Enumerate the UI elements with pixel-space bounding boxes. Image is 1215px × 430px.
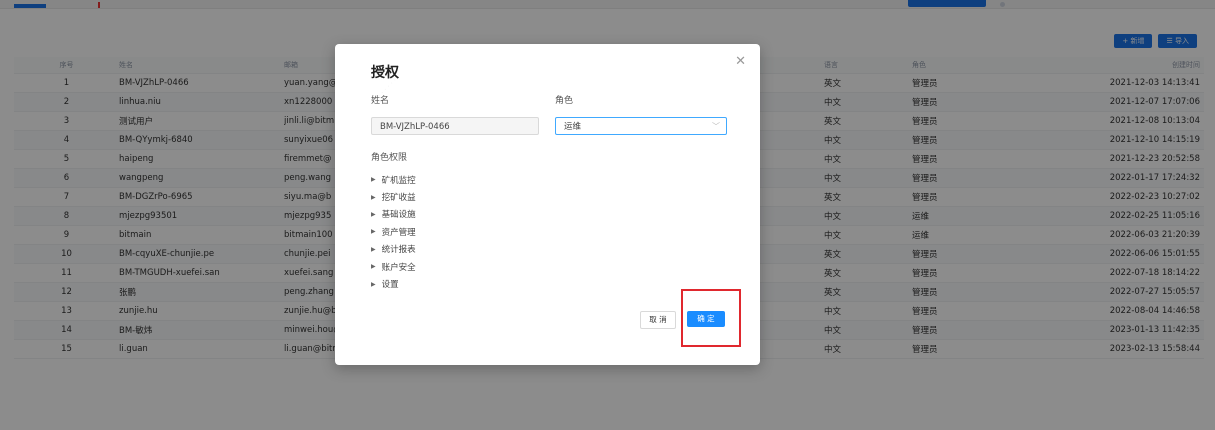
dialog-title: 授权 <box>371 65 399 81</box>
permissions-label: 角色权限 <box>371 153 408 163</box>
permission-label: 设置 <box>381 280 399 291</box>
permission-item[interactable]: ▶ 矿机监控 <box>371 171 416 188</box>
permission-item[interactable]: ▶ 账户安全 <box>371 258 416 275</box>
page: + 新增 ☰ 导入 序号 姓名 邮箱 语言 角色 创建时间 1 BM-VJZhLP… <box>0 0 1215 430</box>
caret-right-icon[interactable]: ▶ <box>371 194 376 201</box>
cancel-button[interactable]: 取 消 <box>640 311 676 329</box>
role-label: 角色 <box>555 96 574 106</box>
role-select-value: 运维 <box>564 122 582 132</box>
permission-label: 基础设施 <box>381 210 416 221</box>
permission-tree: ▶ 矿机监控 ▶ 挖矿收益 ▶ 基础设施 ▶ 资产管理 ▶ 统计报表 ▶ 账户安全 ▶ 设置 <box>371 171 416 293</box>
caret-right-icon[interactable]: ▶ <box>371 176 376 183</box>
permission-label: 统计报表 <box>381 245 416 256</box>
permission-item[interactable]: ▶ 基础设施 <box>371 206 416 223</box>
permission-item[interactable]: ▶ 资产管理 <box>371 223 416 240</box>
permission-label: 挖矿收益 <box>381 193 416 204</box>
caret-right-icon[interactable]: ▶ <box>371 246 376 253</box>
caret-right-icon[interactable]: ▶ <box>371 211 376 218</box>
chevron-down-icon: ﹀ <box>712 122 720 131</box>
permission-item[interactable]: ▶ 挖矿收益 <box>371 188 416 205</box>
close-icon[interactable]: ✕ <box>735 54 746 69</box>
permission-label: 账户安全 <box>381 262 416 273</box>
name-field[interactable]: BM-VJZhLP-0466 <box>371 117 539 135</box>
permission-item[interactable]: ▶ 设置 <box>371 275 416 292</box>
permission-label: 资产管理 <box>381 227 416 238</box>
caret-right-icon[interactable]: ▶ <box>371 281 376 288</box>
name-label: 姓名 <box>371 96 390 106</box>
caret-right-icon[interactable]: ▶ <box>371 263 376 270</box>
permission-item[interactable]: ▶ 统计报表 <box>371 241 416 258</box>
role-select[interactable]: 运维 ﹀ <box>555 117 727 135</box>
caret-right-icon[interactable]: ▶ <box>371 228 376 235</box>
confirm-highlight-box <box>681 289 741 347</box>
permission-label: 矿机监控 <box>381 175 416 186</box>
